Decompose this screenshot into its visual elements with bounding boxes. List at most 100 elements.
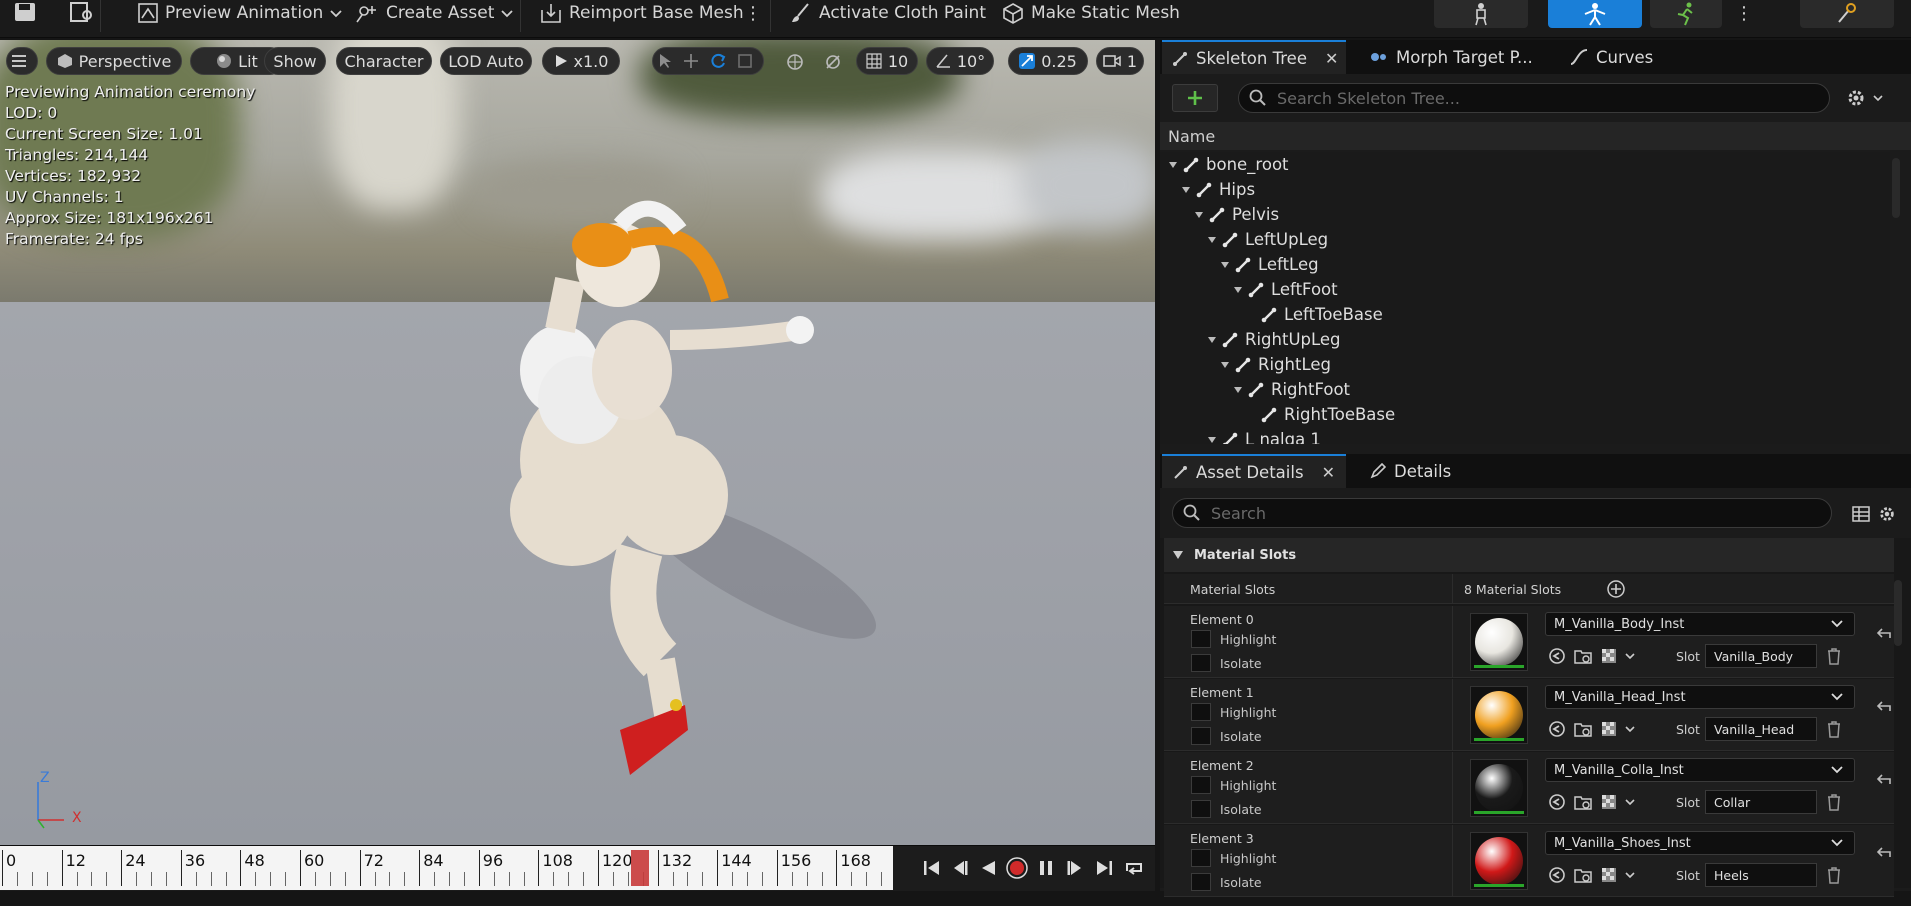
viewport-menu-button[interactable] — [6, 47, 38, 75]
browse-folder-icon[interactable] — [1570, 791, 1596, 813]
expand-triangle-icon[interactable] — [1181, 185, 1191, 195]
camera-speed-button[interactable]: 1 — [1096, 47, 1144, 75]
play-reverse-icon[interactable] — [976, 856, 1000, 880]
material-thumbnail[interactable] — [1470, 686, 1528, 744]
expand-triangle-icon[interactable] — [1168, 160, 1178, 170]
preview-animation-button[interactable]: Preview Animation — [138, 0, 350, 26]
animation-mode-button[interactable] — [1650, 0, 1722, 28]
highlight-checkbox[interactable] — [1191, 776, 1211, 794]
bone-row[interactable]: RightUpLeg — [1160, 327, 1890, 352]
add-bone-button[interactable] — [1172, 84, 1218, 112]
grid-snap-button[interactable]: 10 — [856, 47, 918, 75]
material-combo[interactable]: M_Vanilla_Head_Inst — [1545, 685, 1855, 709]
slot-name-input[interactable]: Collar — [1705, 790, 1817, 814]
play-rate-button[interactable]: x1.0 — [542, 47, 620, 75]
tab-curves[interactable]: Curves — [1560, 40, 1680, 74]
mode-more-icon[interactable]: ⋮ — [1735, 0, 1753, 26]
isolate-checkbox[interactable] — [1191, 800, 1211, 818]
viewport[interactable]: Perspective Lit Show Character LOD Auto … — [0, 40, 1155, 845]
chevron-down-icon[interactable] — [1622, 864, 1638, 886]
browse-folder-icon[interactable] — [1570, 718, 1596, 740]
step-back-icon[interactable] — [948, 856, 972, 880]
skip-to-start-icon[interactable] — [920, 856, 944, 880]
checkerboard-icon[interactable] — [1596, 864, 1622, 886]
browse-folder-icon[interactable] — [1570, 864, 1596, 886]
expand-triangle-icon[interactable] — [1207, 435, 1217, 445]
skeleton-settings-button[interactable] — [1846, 88, 1884, 108]
slot-name-input[interactable]: Vanilla_Body — [1705, 644, 1817, 668]
trash-icon[interactable] — [1826, 793, 1842, 815]
skeleton-scrollbar[interactable] — [1892, 158, 1900, 218]
playhead[interactable] — [631, 850, 650, 886]
show-button[interactable]: Show — [264, 47, 326, 75]
expand-triangle-icon[interactable] — [1220, 360, 1230, 370]
character-button[interactable]: Character — [336, 47, 432, 75]
move-icon[interactable] — [683, 53, 699, 69]
expand-triangle-icon[interactable] — [1194, 210, 1204, 220]
browse-asset-icon[interactable] — [70, 2, 94, 26]
create-asset-button[interactable]: Create Asset — [355, 0, 521, 26]
bone-row[interactable]: bone_root — [1160, 152, 1890, 177]
material-slots-header[interactable]: Material Slots — [1164, 538, 1894, 572]
material-thumbnail[interactable] — [1470, 759, 1528, 817]
bone-row[interactable]: Hips — [1160, 177, 1890, 202]
trash-icon[interactable] — [1826, 866, 1842, 888]
rotation-snap-button[interactable]: 10° — [926, 47, 994, 75]
tab-morph-target[interactable]: Morph Target P... — [1360, 40, 1540, 74]
trash-icon[interactable] — [1826, 647, 1842, 669]
close-icon[interactable]: ✕ — [1322, 463, 1335, 482]
use-selected-icon[interactable] — [1544, 791, 1570, 813]
select-arrow-icon[interactable] — [657, 53, 673, 69]
slot-name-input[interactable]: Heels — [1705, 863, 1817, 887]
lod-button[interactable]: LOD Auto — [440, 47, 532, 75]
chevron-down-icon[interactable] — [1622, 791, 1638, 813]
expand-triangle-icon[interactable] — [1220, 260, 1230, 270]
expand-triangle-icon[interactable] — [1233, 385, 1243, 395]
tab-skeleton-tree[interactable]: Skeleton Tree ✕ — [1162, 40, 1346, 74]
skeleton-search-input[interactable]: Search Skeleton Tree... — [1238, 83, 1830, 113]
step-forward-icon[interactable] — [1063, 856, 1087, 880]
material-combo[interactable]: M_Vanilla_Body_Inst — [1545, 612, 1855, 636]
material-combo[interactable]: M_Vanilla_Shoes_Inst — [1545, 831, 1855, 855]
reset-arrow-icon[interactable] — [1876, 699, 1892, 717]
local-world-icon[interactable] — [786, 53, 804, 75]
highlight-checkbox[interactable] — [1191, 703, 1211, 721]
pause-icon[interactable] — [1034, 856, 1058, 880]
bone-row[interactable]: LeftToeBase — [1160, 302, 1890, 327]
gear-icon[interactable] — [1878, 505, 1896, 527]
skeleton-mode-button[interactable] — [1434, 0, 1528, 28]
add-slot-icon[interactable] — [1606, 579, 1626, 603]
expand-triangle-icon[interactable] — [1207, 335, 1217, 345]
blueprint-mode-button[interactable] — [1800, 0, 1894, 28]
loop-icon[interactable] — [1122, 856, 1146, 880]
use-selected-icon[interactable] — [1544, 864, 1570, 886]
trash-icon[interactable] — [1826, 720, 1842, 742]
tab-details[interactable]: Details — [1360, 454, 1480, 488]
mesh-mode-button[interactable] — [1548, 0, 1642, 28]
timeline-ruler[interactable]: 0 12 24 36 48 60 72 84 96 108 120 132 144 156 168 — [0, 846, 893, 890]
scale-icon[interactable] — [737, 53, 753, 69]
expand-triangle-icon[interactable] — [1233, 285, 1243, 295]
bone-row[interactable]: RightFoot — [1160, 377, 1890, 402]
checkerboard-icon[interactable] — [1596, 718, 1622, 740]
material-thumbnail[interactable] — [1470, 613, 1528, 671]
isolate-checkbox[interactable] — [1191, 727, 1211, 745]
bone-row[interactable]: L nalga 1 — [1160, 427, 1890, 444]
activate-cloth-paint-button[interactable]: Activate Cloth Paint — [790, 0, 986, 26]
rotate-icon[interactable] — [709, 52, 727, 70]
reset-arrow-icon[interactable] — [1876, 845, 1892, 863]
reset-arrow-icon[interactable] — [1876, 772, 1892, 790]
checkerboard-icon[interactable] — [1596, 645, 1622, 667]
bone-row[interactable]: LeftFoot — [1160, 277, 1890, 302]
use-selected-icon[interactable] — [1544, 718, 1570, 740]
isolate-checkbox[interactable] — [1191, 873, 1211, 891]
record-icon[interactable] — [1005, 856, 1029, 880]
make-static-mesh-button[interactable]: Make Static Mesh — [1002, 0, 1180, 26]
tab-asset-details[interactable]: Asset Details ✕ — [1162, 454, 1346, 488]
table-view-icon[interactable] — [1852, 505, 1870, 527]
use-selected-icon[interactable] — [1544, 645, 1570, 667]
reset-arrow-icon[interactable] — [1876, 626, 1892, 644]
bone-row[interactable]: RightToeBase — [1160, 402, 1890, 427]
reimport-base-mesh-button[interactable]: Reimport Base Mesh — [540, 0, 744, 26]
perspective-button[interactable]: Perspective — [46, 47, 182, 75]
